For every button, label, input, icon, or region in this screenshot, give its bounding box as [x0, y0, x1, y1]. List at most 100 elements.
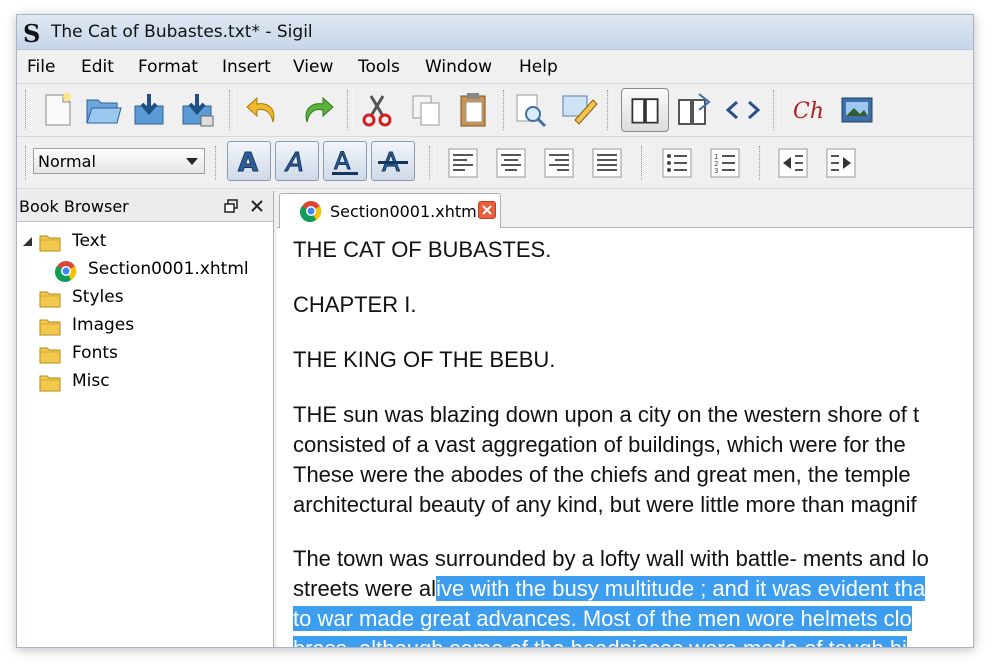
tab-section0001[interactable]: Section0001.xhtml: [279, 193, 501, 228]
tree-item-misc-folder[interactable]: Misc: [17, 369, 273, 395]
align-center-icon[interactable]: [491, 143, 531, 183]
tree-item-label: Misc: [72, 371, 110, 391]
sigil-logo-icon: S: [23, 19, 41, 48]
save-icon[interactable]: [129, 90, 169, 130]
tree-item-fonts-folder[interactable]: Fonts: [17, 341, 273, 367]
paragraph-style-select[interactable]: Normal: [33, 148, 205, 174]
svg-text:A: A: [238, 148, 258, 178]
strikethrough-icon: A: [378, 148, 408, 179]
bold-button[interactable]: A: [227, 141, 271, 181]
folder-icon: [39, 291, 61, 308]
menu-format[interactable]: Format: [138, 57, 198, 77]
selected-text: brass, although some of the headpieces w…: [293, 636, 907, 647]
svg-text:3: 3: [714, 167, 718, 175]
tab-label: Section0001.xhtml: [330, 202, 482, 221]
toolbar-separator: [347, 90, 353, 130]
toolbar-separator: [773, 90, 779, 130]
menu-view[interactable]: View: [293, 57, 333, 77]
insert-image-icon[interactable]: [837, 90, 877, 130]
paste-icon[interactable]: [453, 90, 493, 130]
undo-icon[interactable]: [243, 90, 283, 130]
chevron-down-icon: [186, 158, 198, 165]
open-file-icon[interactable]: [83, 90, 123, 130]
numbered-list-icon[interactable]: 123: [705, 143, 745, 183]
menu-insert[interactable]: Insert: [222, 57, 271, 77]
find-icon[interactable]: [511, 90, 551, 130]
svg-text:Ch: Ch: [793, 99, 824, 124]
underline-icon: A: [332, 147, 358, 176]
align-right-icon[interactable]: [539, 143, 579, 183]
close-tab-button[interactable]: [478, 201, 496, 219]
new-file-icon[interactable]: [37, 90, 77, 130]
strikethrough-button[interactable]: A: [371, 141, 415, 181]
heading-title: THE CAT OF BUBASTES.: [293, 237, 552, 262]
bullet-list-icon[interactable]: [657, 143, 697, 183]
xhtml-file-icon: [300, 201, 322, 222]
folder-icon: [39, 319, 61, 336]
toolbar-separator: [429, 146, 435, 180]
selected-text: to war made great advances. Most of the …: [293, 606, 912, 631]
tree-item-images-folder[interactable]: Images: [17, 313, 273, 339]
title-bar[interactable]: S The Cat of Bubastes.txt* - Sigil: [17, 15, 973, 50]
italic-icon: A: [284, 148, 305, 179]
tree-item-text-folder[interactable]: Text: [17, 229, 273, 255]
tree-item-section-file[interactable]: Section0001.xhtml: [17, 257, 273, 283]
edit-meta-icon[interactable]: [559, 90, 599, 130]
redo-icon[interactable]: [297, 90, 337, 130]
close-icon[interactable]: [249, 198, 265, 214]
tree-item-label: Images: [72, 315, 135, 335]
toolbar-separator: [759, 146, 765, 180]
cut-icon[interactable]: [357, 90, 397, 130]
tree-item-styles-folder[interactable]: Styles: [17, 285, 273, 311]
heading-chapter: CHAPTER I.: [293, 292, 417, 317]
toolbar-grip: [25, 146, 31, 180]
code-view-icon[interactable]: [723, 90, 763, 130]
main-toolbar: Ch: [17, 83, 973, 137]
folder-icon: [39, 347, 61, 364]
book-browser-title: Book Browser: [19, 197, 129, 216]
document-content[interactable]: THE CAT OF BUBASTES. CHAPTER I. THE KING…: [293, 235, 973, 647]
toolbar-separator: [641, 146, 647, 180]
editor-pane: Section0001.xhtml THE CAT OF BUBASTES. C…: [277, 191, 973, 647]
paragraph-2: The town was surrounded by a lofty wall …: [293, 544, 973, 647]
split-view-icon[interactable]: [673, 90, 713, 130]
svg-text:A: A: [334, 147, 351, 175]
italic-button[interactable]: A: [275, 141, 319, 181]
folder-icon: [39, 235, 61, 252]
increase-indent-icon[interactable]: [821, 143, 861, 183]
style-select-value: Normal: [38, 152, 96, 171]
align-left-icon[interactable]: [443, 143, 483, 183]
text-line: THE sun was blazing down upon a city on …: [293, 402, 920, 427]
underline-button[interactable]: A: [323, 141, 367, 181]
tree-item-label: Section0001.xhtml: [88, 259, 249, 279]
xhtml-file-icon: [55, 261, 77, 282]
text-line: consisted of a vast aggregation of build…: [293, 432, 906, 457]
justify-icon[interactable]: [587, 143, 627, 183]
float-panel-icon[interactable]: [223, 198, 239, 214]
toolbar-separator: [215, 146, 221, 180]
expand-arrow-icon[interactable]: [23, 236, 33, 248]
toolbar-separator: [503, 90, 509, 130]
book-browser-panel: Book Browser Text Section0001.xhtml Styl…: [17, 191, 274, 647]
decrease-indent-icon[interactable]: [773, 143, 813, 183]
book-browser-header: Book Browser: [17, 191, 273, 222]
heading-subtitle: THE KING OF THE BEBU.: [293, 347, 556, 372]
book-view-icon: [631, 98, 659, 124]
paragraph-1: THE sun was blazing down upon a city on …: [293, 400, 973, 520]
book-view-button[interactable]: [621, 88, 669, 132]
menu-tools[interactable]: Tools: [358, 57, 400, 77]
text-line: architectural beauty of any kind, but we…: [293, 492, 917, 517]
chapter-break-icon[interactable]: Ch: [789, 90, 829, 130]
copy-icon[interactable]: [407, 90, 447, 130]
toolbar-grip: [25, 90, 31, 130]
menu-help[interactable]: Help: [519, 57, 558, 77]
close-icon: [482, 205, 492, 215]
tree-item-label: Fonts: [72, 343, 118, 363]
bold-icon: A: [238, 148, 259, 179]
menu-edit[interactable]: Edit: [81, 57, 114, 77]
tree-item-label: Styles: [72, 287, 124, 307]
save-as-icon[interactable]: [177, 90, 217, 130]
menu-file[interactable]: File: [27, 57, 55, 77]
menu-window[interactable]: Window: [425, 57, 492, 77]
folder-icon: [39, 375, 61, 392]
